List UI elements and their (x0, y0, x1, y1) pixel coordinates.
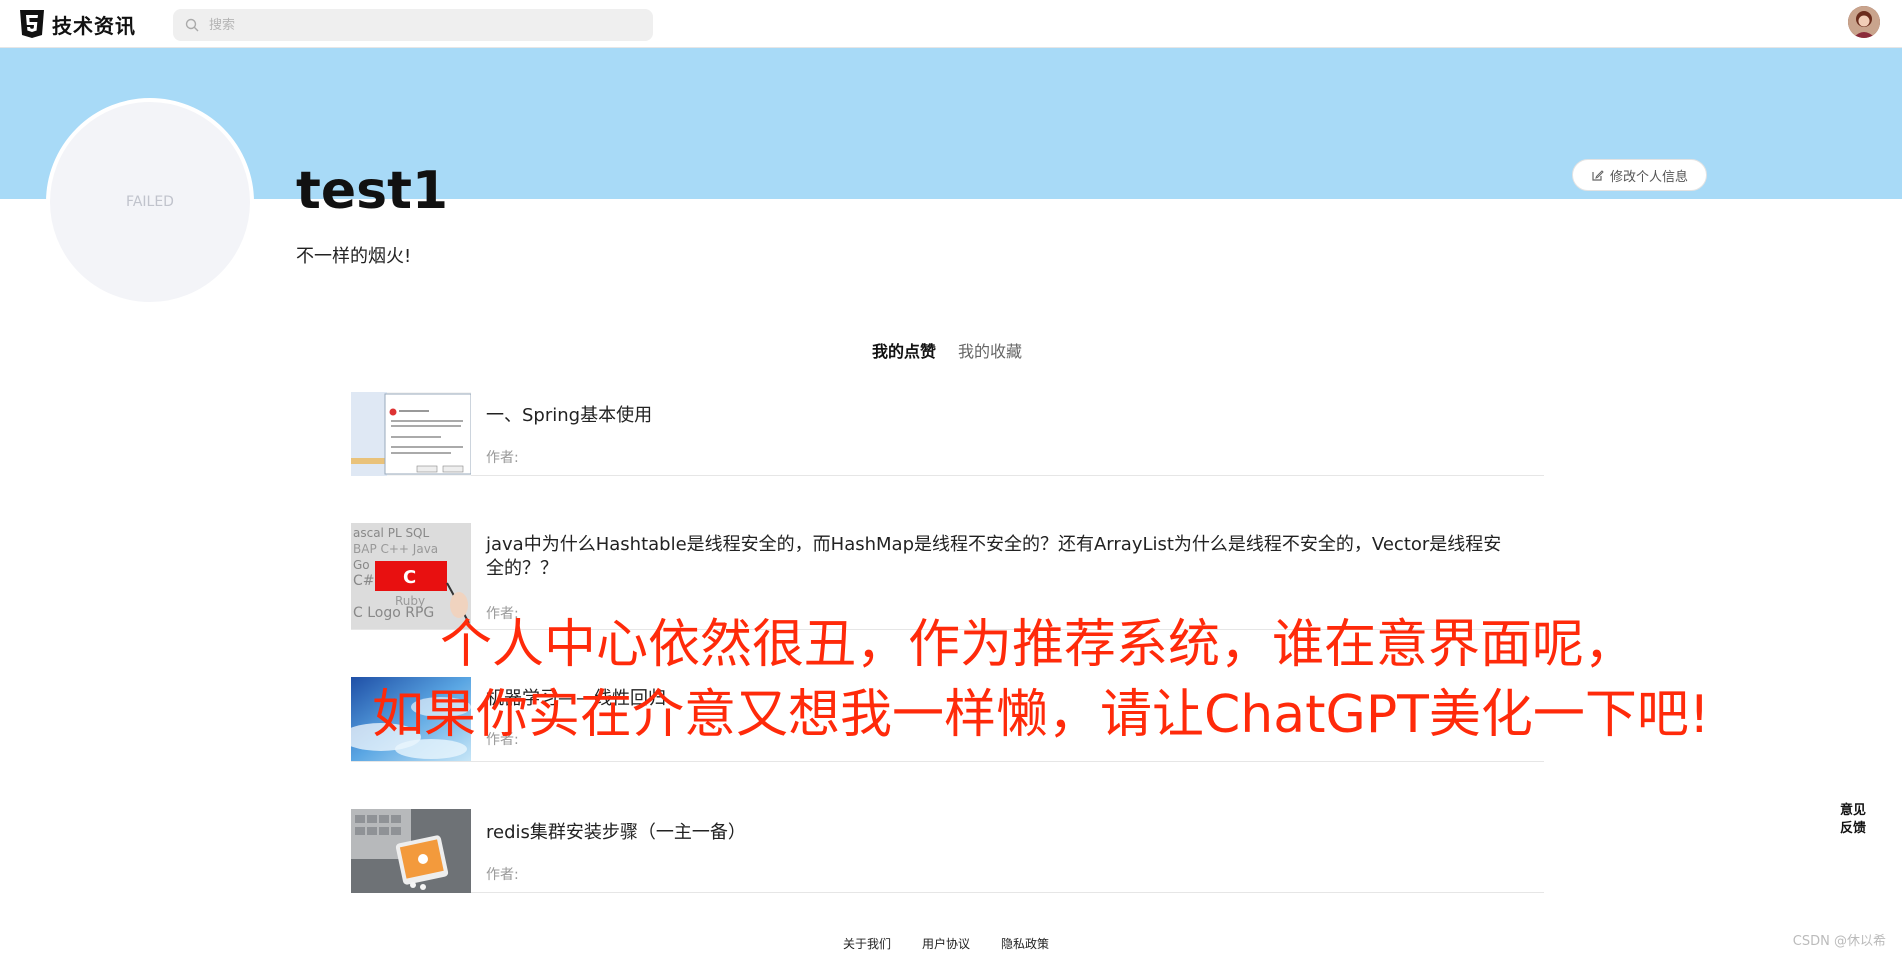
list-item[interactable]: ascal PL SQL BAP C++ Java Go C# Ruby C L… (351, 523, 1544, 630)
programming-languages-image: ascal PL SQL BAP C++ Java Go C# Ruby C L… (351, 523, 471, 629)
avatar-failed-text: FAILED (126, 194, 174, 210)
article-author: 作者: (486, 606, 519, 622)
site-name: 技术资讯 (52, 13, 136, 38)
article-title[interactable]: java中为什么Hashtable是线程安全的，而HashMap是线程不安全的？… (486, 533, 1506, 581)
svg-text:BAP C++ Java: BAP C++ Java (353, 542, 438, 556)
edit-profile-label: 修改个人信息 (1609, 169, 1688, 185)
edit-profile-button[interactable]: 修改个人信息 (1572, 159, 1707, 191)
profile-tabs: 我的点赞 我的收藏 (872, 338, 1022, 362)
footer-links: 关于我们 用户协议 隐私政策 (843, 935, 1049, 952)
profile-bio: 不一样的烟火! (296, 246, 412, 267)
svg-text:ascal PL SQL: ascal PL SQL (353, 526, 430, 540)
blue-sky-art-image (351, 677, 471, 761)
list-item[interactable]: 一、Spring基本使用 作者: (351, 392, 1544, 476)
footer-link-about[interactable]: 关于我们 (843, 935, 891, 952)
profile-avatar: FAILED (46, 98, 254, 306)
dialog-screenshot-image (351, 392, 471, 476)
article-title[interactable]: 一、Spring基本使用 (486, 404, 1506, 428)
tab-my-favorites[interactable]: 我的收藏 (958, 338, 1022, 362)
user-avatar[interactable] (1848, 6, 1880, 38)
svg-text:C: C (403, 567, 416, 588)
search-bar[interactable] (173, 9, 653, 41)
phone-keyboard-image (351, 809, 471, 893)
list-item[interactable]: 机器学习——线性回归 作者: (351, 677, 1544, 762)
footer-link-terms[interactable]: 用户协议 (922, 935, 970, 952)
user-avatar-image (1848, 6, 1880, 38)
search-input[interactable] (207, 16, 627, 34)
article-title[interactable]: redis集群安装步骤（一主一备） (486, 821, 1506, 845)
top-navigation-bar: 技术资讯 (0, 0, 1902, 48)
article-thumbnail[interactable] (351, 392, 471, 476)
footer-link-privacy[interactable]: 隐私政策 (1001, 935, 1049, 952)
svg-text:C Logo RPG: C Logo RPG (353, 605, 434, 621)
profile-username: test1 (296, 161, 449, 221)
article-thumbnail[interactable] (351, 809, 471, 893)
article-author: 作者: (486, 732, 519, 748)
svg-text:Go: Go (353, 558, 370, 572)
tab-my-likes[interactable]: 我的点赞 (872, 338, 936, 362)
article-author: 作者: (486, 867, 519, 883)
csdn-watermark: CSDN @休以希 (1792, 934, 1886, 949)
article-author: 作者: (486, 450, 519, 466)
site-logo[interactable]: 技术资讯 (18, 9, 136, 39)
feedback-button[interactable]: 意见反馈 (1838, 802, 1868, 838)
html5-logo-icon (20, 10, 44, 38)
article-title[interactable]: 机器学习——线性回归 (486, 687, 1506, 711)
search-icon (185, 18, 199, 32)
article-thumbnail[interactable] (351, 677, 471, 761)
edit-icon (1592, 169, 1604, 181)
list-item[interactable]: redis集群安装步骤（一主一备） 作者: (351, 809, 1544, 893)
svg-text:C#: C# (353, 573, 375, 589)
article-thumbnail[interactable]: ascal PL SQL BAP C++ Java Go C# Ruby C L… (351, 523, 471, 629)
